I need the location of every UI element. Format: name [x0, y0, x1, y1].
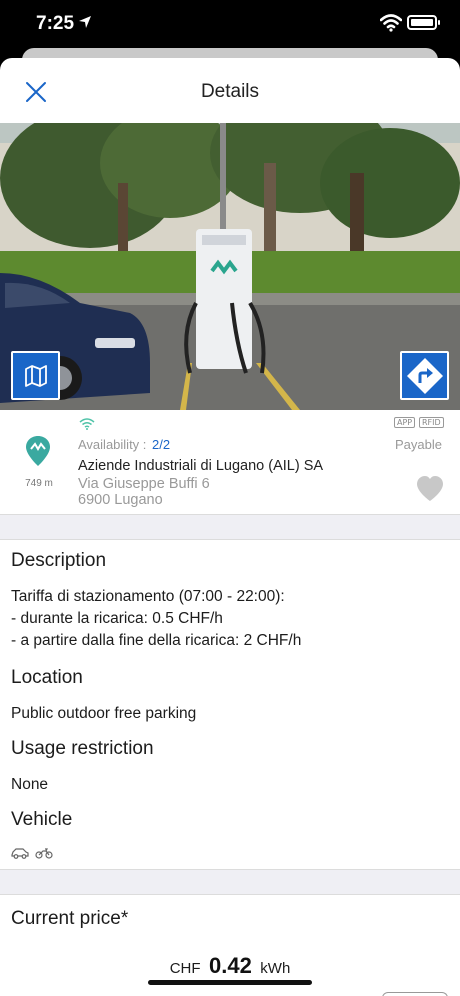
directions-button[interactable]: [400, 351, 449, 400]
section-divider: [0, 514, 460, 540]
vehicle-icons: [11, 847, 53, 861]
rfid-tag: RFID: [419, 417, 444, 428]
directions-icon: [406, 357, 443, 394]
station-street: Via Giuseppe Buffi 6: [78, 476, 210, 492]
payment-status: Payable: [395, 437, 442, 452]
motorbike-icon: [35, 848, 53, 859]
usage-restriction-title: Usage restriction: [11, 738, 154, 759]
current-price-title: Current price*: [11, 908, 129, 929]
map-pin-icon: [26, 436, 50, 466]
section-divider: [0, 869, 460, 895]
status-bar: 7:25: [0, 0, 460, 50]
description-title: Description: [11, 550, 107, 571]
price-line: CHF 0.42 kWh: [0, 953, 460, 979]
vehicle-title: Vehicle: [11, 809, 73, 830]
availability-value: 2/2: [152, 437, 171, 452]
description-line-2: - durante la ricarica: 0.5 CHF/h: [11, 610, 223, 627]
home-indicator: [148, 980, 312, 985]
usage-restriction-text: None: [11, 776, 49, 793]
heart-icon[interactable]: [416, 476, 444, 502]
car-icon: [11, 848, 29, 859]
price-value: 0.42: [209, 953, 252, 978]
battery-icon: [407, 15, 440, 30]
signal-icon: [79, 418, 95, 430]
distance-label: 749 m: [25, 478, 53, 489]
location-text: Public outdoor free parking: [11, 705, 197, 722]
status-time: 7:25: [36, 13, 75, 34]
description-line-3: - a partire dalla fine della ricarica: 2…: [11, 632, 302, 649]
map-button[interactable]: [11, 351, 60, 400]
station-city: 6900 Lugano: [78, 492, 163, 508]
station-info: 749 m Availability : 2/2 Aziende Industr…: [0, 410, 460, 516]
partial-button[interactable]: [382, 992, 448, 996]
station-photo: [0, 123, 460, 410]
map-icon: [24, 364, 47, 387]
wifi-icon: [380, 14, 402, 32]
price-unit: kWh: [260, 960, 291, 977]
details-sheet: Details 749 m Availability: 2/2 Aziende…: [0, 58, 460, 996]
location-title: Location: [11, 667, 83, 688]
location-arrow-icon: [79, 16, 91, 28]
station-name: Aziende Industriali di Lugano (AIL) SA: [78, 458, 324, 474]
availability-label: Availability :: [78, 437, 147, 452]
app-tag: APP: [394, 417, 416, 428]
description-line-1: Tariffa di stazionamento (07:00 - 22:00)…: [11, 588, 285, 605]
page-title: Details: [200, 81, 260, 102]
price-currency: CHF: [169, 960, 201, 977]
nav-bar: Details: [0, 58, 460, 124]
